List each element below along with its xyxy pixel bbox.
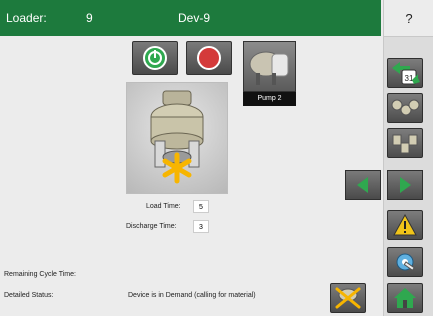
loaders-horizontal-icon <box>391 99 420 116</box>
device-status-button[interactable] <box>330 283 366 313</box>
warning-icon <box>393 213 417 236</box>
loader-illustration <box>150 90 204 184</box>
next-button[interactable] <box>387 170 423 200</box>
load-time-field[interactable]: 5 <box>193 200 209 213</box>
loader-device-image <box>126 82 228 194</box>
pump-label: Pump 2 <box>243 92 296 106</box>
pump-thumbnail[interactable] <box>243 41 296 92</box>
arrow-right-icon <box>400 177 411 193</box>
calendar-day: 31 <box>405 74 414 83</box>
device-status-icon <box>335 287 361 309</box>
stop-icon <box>197 46 221 70</box>
loaders-view-button[interactable] <box>387 93 423 123</box>
stop-button[interactable] <box>186 41 232 75</box>
remaining-cycle-label: Remaining Cycle Time: <box>4 271 76 278</box>
settings-button[interactable] <box>387 247 423 277</box>
detailed-status-label: Detailed Status: <box>4 292 54 299</box>
loaders-bottom-icon <box>392 134 418 154</box>
load-time-label: Load Time: <box>146 203 181 210</box>
home-icon <box>394 288 416 308</box>
loader-number: 9 <box>86 11 93 25</box>
arrow-left-icon <box>357 177 368 193</box>
calendar-icon: 31 <box>392 62 420 85</box>
discharge-time-label: Discharge Time: <box>126 223 177 230</box>
home-button[interactable] <box>387 283 423 313</box>
help-label: ? <box>405 10 413 26</box>
schedule-button[interactable]: 31 <box>387 58 423 88</box>
header-bar: Loader: 9 Dev-9 <box>0 0 381 36</box>
discharge-time-field[interactable]: 3 <box>193 220 209 233</box>
pump-icon <box>249 51 289 85</box>
settings-icon <box>396 253 415 271</box>
start-button[interactable] <box>132 41 178 75</box>
device-name: Dev-9 <box>178 11 211 25</box>
start-icon <box>143 46 167 70</box>
loaders-detail-button[interactable] <box>387 128 423 158</box>
previous-button[interactable] <box>345 170 381 200</box>
help-button[interactable]: ? <box>383 0 433 37</box>
loader-label: Loader: <box>6 11 47 25</box>
alarms-button[interactable] <box>387 210 423 240</box>
detailed-status-value: Device is in Demand (calling for materia… <box>128 292 256 299</box>
